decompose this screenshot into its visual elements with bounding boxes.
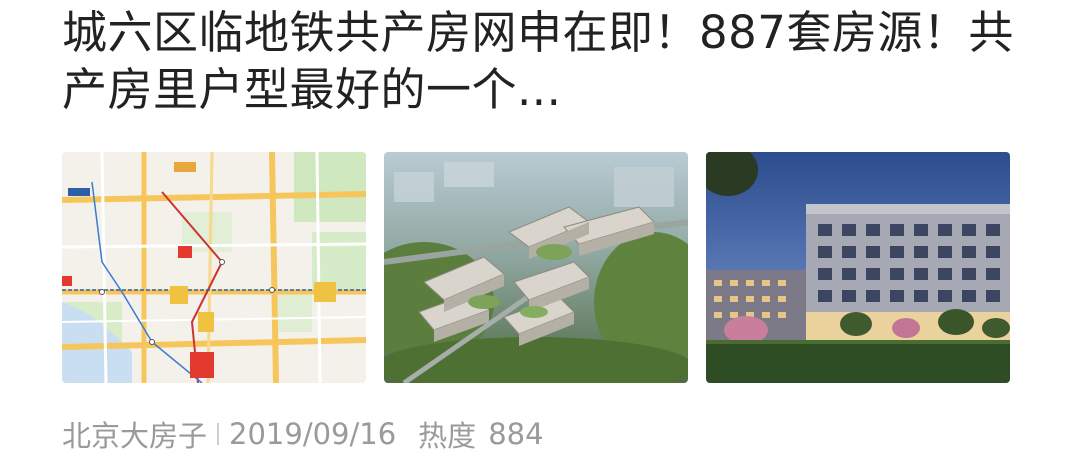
building-render-image xyxy=(706,152,1010,383)
meta-divider xyxy=(217,423,220,445)
article-meta: 北京大房子 2019/09/16 热度 884 xyxy=(62,414,544,454)
news-card[interactable]: 城六区临地铁共产房网申在即！887套房源！共产房里户型最好的一个... 北京大房… xyxy=(0,0,1076,467)
heat-value: 884 xyxy=(488,417,544,451)
building-render-thumbnail[interactable] xyxy=(706,152,1010,383)
thumbnail-row xyxy=(62,152,1010,383)
aerial-render-thumbnail[interactable] xyxy=(384,152,688,383)
aerial-render-image xyxy=(384,152,688,383)
heat-label: 热度 xyxy=(418,419,477,453)
map-image xyxy=(62,152,366,383)
article-title[interactable]: 城六区临地铁共产房网申在即！887套房源！共产房里户型最好的一个... xyxy=(62,4,1022,118)
source-name[interactable]: 北京大房子 xyxy=(62,413,207,455)
map-thumbnail[interactable] xyxy=(62,152,366,383)
publish-date: 2019/09/16 xyxy=(229,417,397,451)
